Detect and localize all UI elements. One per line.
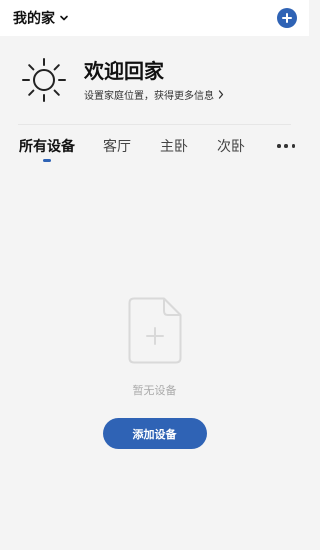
- tab-all-devices[interactable]: 所有设备: [19, 136, 75, 156]
- home-name: 我的家: [13, 11, 55, 27]
- tab-master-bedroom[interactable]: 主卧: [160, 136, 188, 156]
- empty-message: 暂无设备: [132, 384, 177, 397]
- tab-living-room[interactable]: 客厅: [103, 136, 131, 156]
- top-bar: 我的家: [0, 0, 309, 36]
- welcome-subtitle: 设置家庭位置，获得更多信息: [84, 90, 214, 102]
- active-tab-indicator: [43, 159, 51, 162]
- chevron-right-icon: [218, 89, 224, 99]
- welcome-text: 欢迎回家 设置家庭位置，获得更多信息: [84, 59, 224, 102]
- divider: [18, 124, 291, 125]
- chevron-down-icon: [60, 15, 68, 21]
- home-switcher[interactable]: 我的家: [13, 8, 69, 28]
- welcome-banner[interactable]: 欢迎回家 设置家庭位置，获得更多信息: [0, 36, 309, 124]
- empty-state: 暂无设备 添加设备: [0, 297, 309, 449]
- add-device-button[interactable]: 添加设备: [102, 418, 207, 449]
- more-horizontal-icon[interactable]: [277, 144, 295, 148]
- tab-second-bedroom[interactable]: 次卧: [217, 136, 245, 156]
- add-circle-icon[interactable]: [277, 8, 297, 28]
- add-file-icon: [128, 297, 181, 364]
- welcome-title: 欢迎回家: [84, 58, 164, 83]
- room-tabs: 所有设备 客厅 主卧 次卧: [0, 130, 309, 164]
- set-location-link[interactable]: 设置家庭位置，获得更多信息: [84, 87, 224, 102]
- sun-icon: [22, 58, 66, 102]
